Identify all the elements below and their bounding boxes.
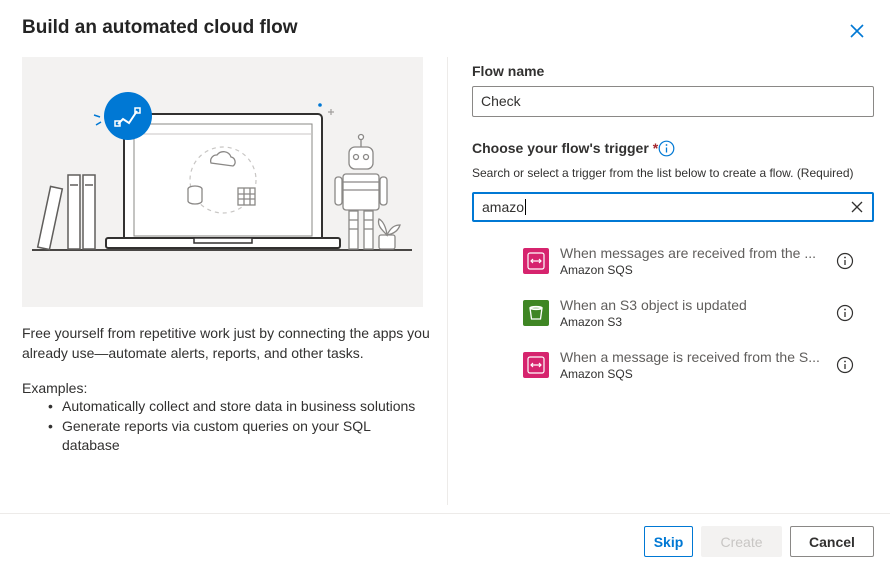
trigger-option[interactable]: When a message is received from the S...… [472,340,874,388]
trigger-search-input[interactable]: amazo [472,192,874,222]
trigger-option-connector: Amazon SQS [560,367,633,381]
trigger-option-connector: Amazon SQS [560,263,633,277]
examples-label: Examples: [22,380,88,396]
create-button[interactable]: Create [701,526,782,557]
info-icon [836,304,854,322]
laptop-illustration [32,92,412,251]
hero-illustration [22,57,423,307]
example-item: Automatically collect and store data in … [48,397,428,416]
clear-icon [851,201,863,213]
trigger-info-button[interactable] [658,140,675,157]
cancel-button[interactable]: Cancel [790,526,874,557]
close-icon [850,24,864,38]
trigger-option[interactable]: When an S3 object is updated Amazon S3 [472,288,874,336]
trigger-option-info-button[interactable] [836,252,854,270]
example-item: Generate reports via custom queries on y… [48,417,428,455]
dialog-title: Build an automated cloud flow [22,17,298,38]
footer-divider [0,513,890,514]
amazon-sqs-icon [523,248,549,274]
info-icon [836,252,854,270]
clear-search-button[interactable] [850,200,864,214]
flow-name-label: Flow name [472,63,545,79]
trigger-help-text: Search or select a trigger from the list… [472,166,854,180]
trigger-option-title: When an S3 object is updated [560,297,747,313]
amazon-s3-icon [523,300,549,326]
skip-button[interactable]: Skip [644,526,693,557]
info-icon [836,356,854,374]
search-value: amazo [482,199,527,215]
examples-list: Automatically collect and store data in … [48,397,428,456]
trigger-label: Choose your flow's trigger * [472,140,658,156]
trigger-option[interactable]: When messages are received from the ... … [472,236,874,284]
flow-name-input[interactable]: Check [472,86,874,117]
trigger-label-text: Choose your flow's trigger [472,140,649,156]
trigger-option-info-button[interactable] [836,304,854,322]
trigger-option-connector: Amazon S3 [560,315,623,329]
intro-description: Free yourself from repetitive work just … [22,325,430,361]
info-icon [658,140,675,157]
trigger-option-info-button[interactable] [836,356,854,374]
column-divider [447,57,448,505]
amazon-sqs-icon [523,352,549,378]
trigger-option-title: When messages are received from the ... [560,245,816,261]
close-button[interactable] [846,20,868,42]
trigger-option-title: When a message is received from the S... [560,349,820,365]
